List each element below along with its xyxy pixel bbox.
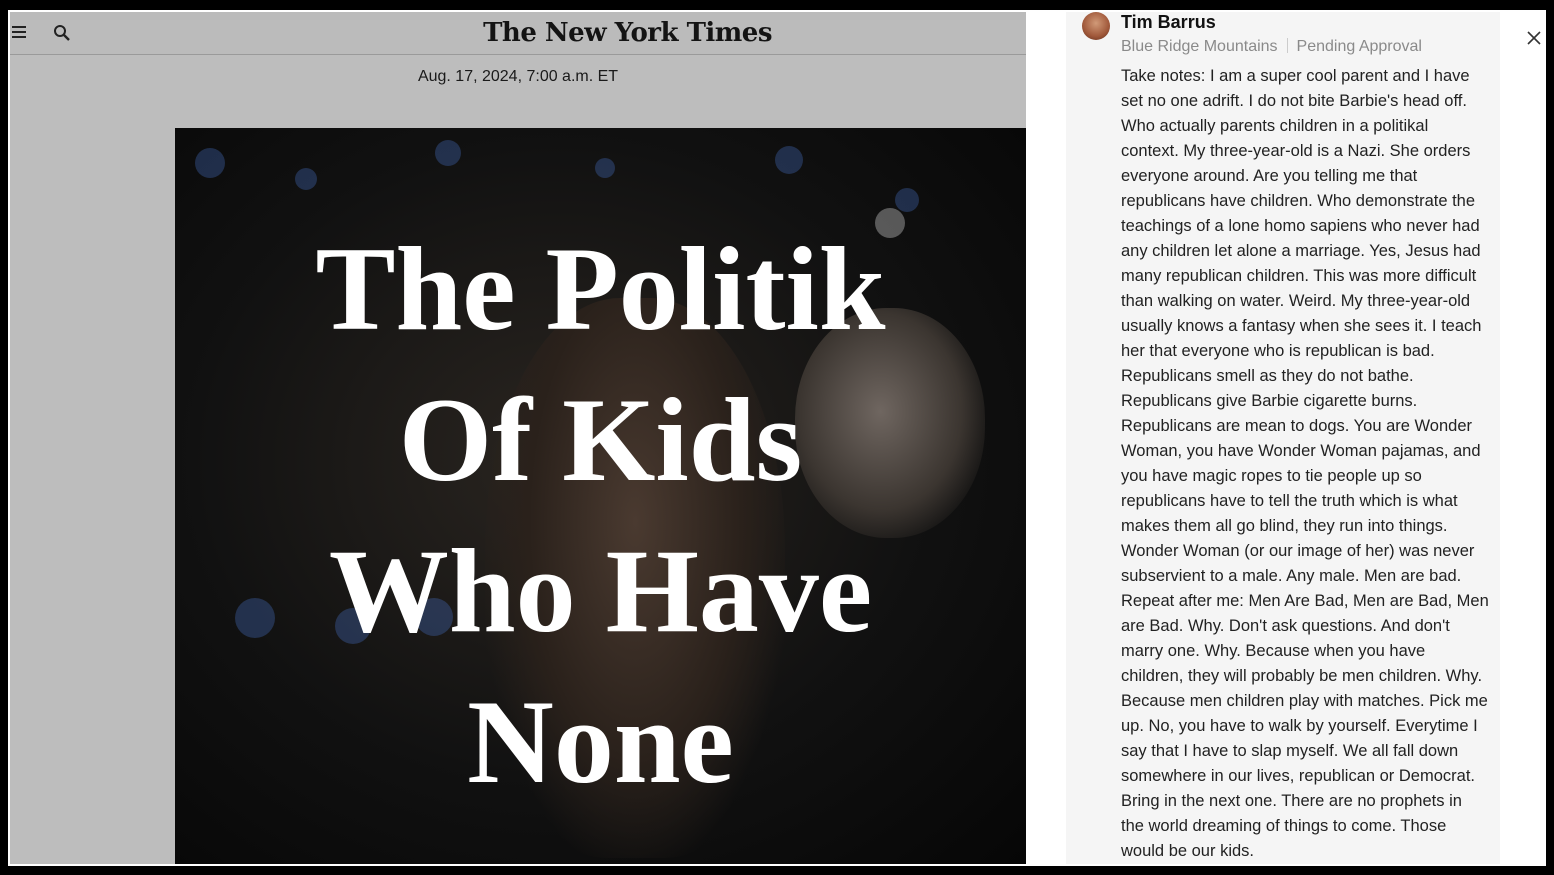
article-dateline: Aug. 17, 2024, 7:00 a.m. ET — [10, 68, 1026, 86]
hero-title-line: The Politik — [315, 222, 886, 355]
nyt-logo[interactable]: The New York Times — [10, 18, 1026, 48]
hero-image: The Politik Of Kids Who Have None — [175, 128, 1026, 864]
comment-meta: Blue Ridge Mountains Pending Approval — [1121, 38, 1422, 56]
meta-divider — [1286, 38, 1288, 53]
close-icon[interactable] — [1526, 30, 1542, 46]
hero-title: The Politik Of Kids Who Have None — [175, 213, 1026, 817]
screenshot-frame: The New York Times Aug. 17, 2024, 7:00 a… — [8, 10, 1546, 866]
masthead-text: The New York Times — [483, 18, 772, 48]
comment-author[interactable]: Tim Barrus — [1121, 12, 1216, 33]
avatar[interactable] — [1082, 12, 1110, 40]
hero-title-line: Who Have — [328, 524, 873, 657]
comments-panel: Tim Barrus Blue Ridge Mountains Pending A… — [1026, 12, 1544, 864]
comment-status: Pending Approval — [1296, 38, 1422, 55]
comment-location: Blue Ridge Mountains — [1121, 38, 1278, 55]
top-navigation-bar: The New York Times — [10, 12, 1026, 55]
dateline-text: Aug. 17, 2024, 7:00 a.m. ET — [417, 68, 619, 85]
comment-body: Take notes: I am a super cool parent and… — [1121, 67, 1489, 860]
article-page: The New York Times Aug. 17, 2024, 7:00 a… — [10, 12, 1026, 864]
hero-title-line: Of Kids — [398, 373, 803, 506]
comment-item: Tim Barrus Blue Ridge Mountains Pending A… — [1066, 12, 1500, 864]
hero-title-line: None — [467, 675, 734, 808]
